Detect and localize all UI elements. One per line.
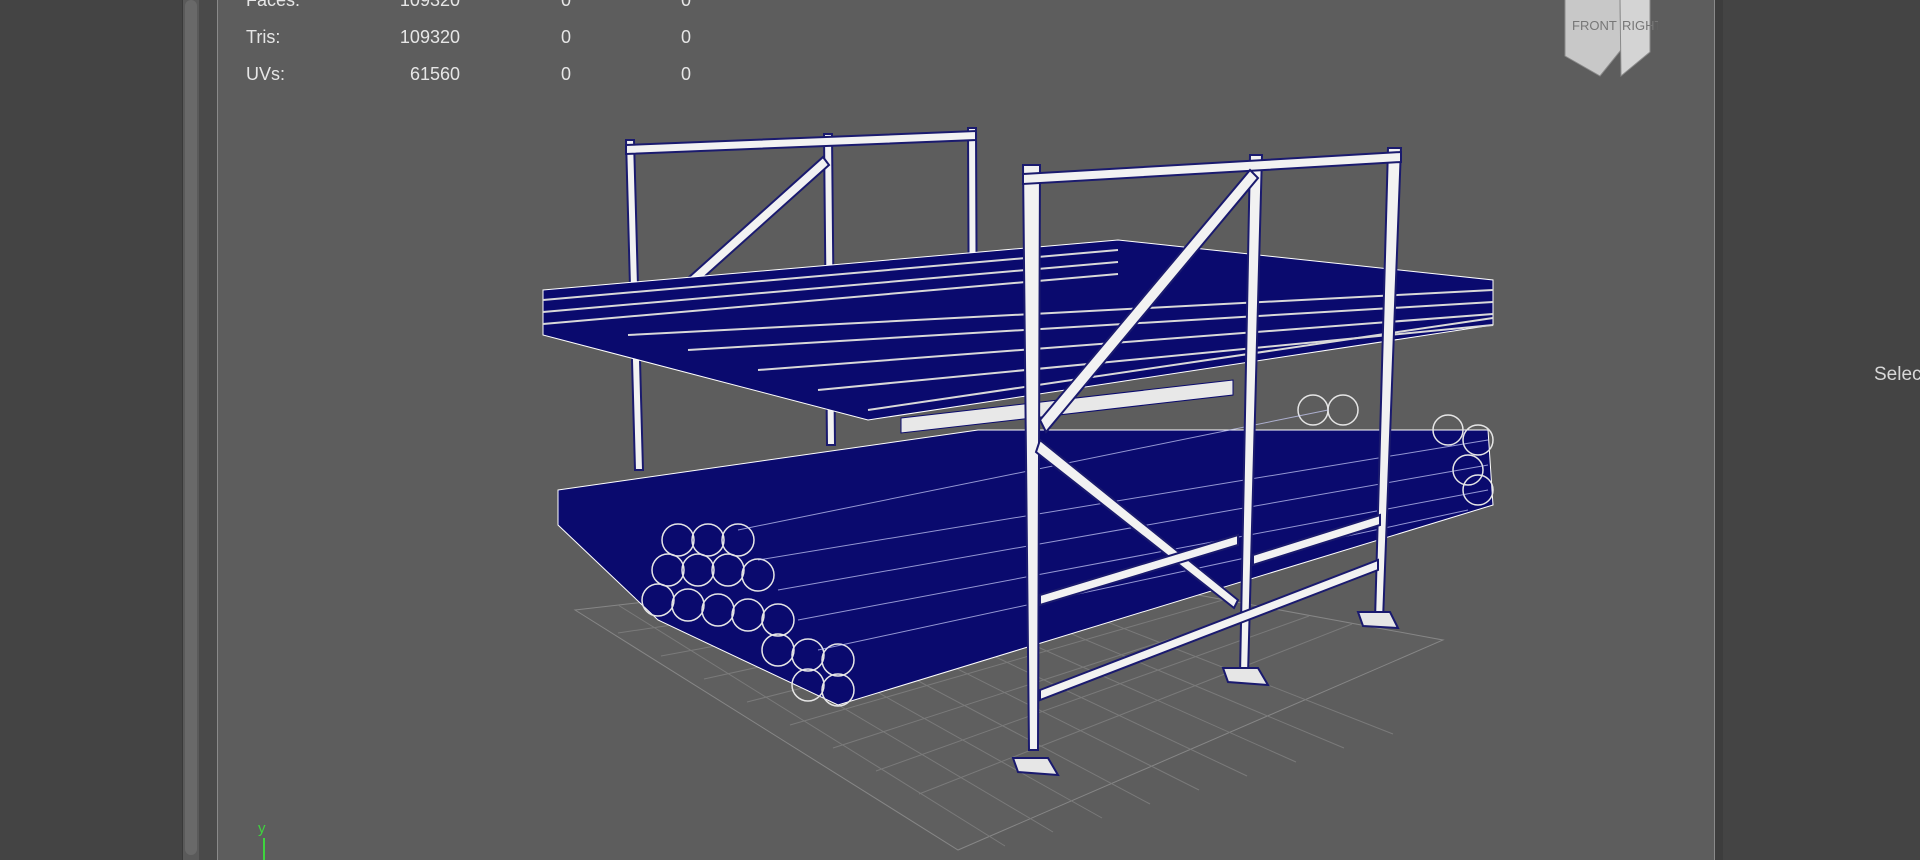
viewport-border [199,0,219,860]
scene-model[interactable] [218,0,1714,860]
view-cube-front[interactable]: FRONT [1572,18,1617,33]
right-panel: Selec [1723,0,1920,860]
view-cube-right[interactable]: RIGHT [1622,18,1658,33]
scrollbar-thumb[interactable] [185,0,197,855]
view-cube[interactable]: FRONT RIGHT [1538,0,1658,80]
upper-lumber-bundles [542,239,1494,434]
right-divider[interactable] [1715,0,1723,860]
right-panel-text: Selec [1874,364,1920,385]
left-scrollbar[interactable] [182,0,200,860]
axis-y-line [263,838,265,860]
axis-y-label: y [258,820,266,837]
viewport-3d[interactable]: Faces: 109320 0 0 Tris: 109320 0 0 UVs: … [217,0,1715,860]
left-panel [0,0,182,860]
